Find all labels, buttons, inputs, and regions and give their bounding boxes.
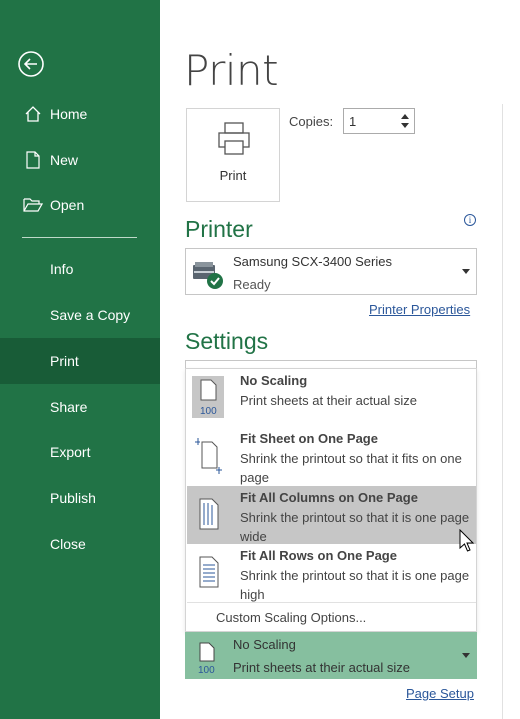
home-icon — [22, 103, 44, 125]
printer-ready-icon — [193, 262, 223, 289]
sidebar-item-label: Export — [50, 444, 91, 460]
sidebar-item-label: Save a Copy — [50, 307, 131, 323]
fit-rows-icon — [199, 556, 219, 588]
option-description: Shrink the printout so that it fits on o… — [240, 451, 462, 485]
printer-properties-link[interactable]: Printer Properties — [369, 302, 470, 317]
copies-label: Copies: — [289, 114, 334, 129]
sidebar-item-export[interactable]: Export — [0, 429, 160, 475]
page-title: Print — [184, 46, 279, 95]
option-description: Shrink the printout so that it is one pa… — [240, 568, 470, 602]
printer-heading: Printer — [185, 216, 253, 242]
sidebar-item-label: Print — [50, 353, 79, 369]
sidebar-item-label: Close — [50, 536, 86, 552]
option-description: Print sheets at their actual size — [240, 393, 418, 408]
printer-icon — [218, 122, 250, 155]
backstage-sidebar: Home New Open Info Save a Copy Print Sha… — [0, 0, 160, 719]
sidebar-item-label: Publish — [50, 490, 96, 506]
icon-100-text: 100 — [198, 665, 215, 675]
scaling-option-no-scaling[interactable]: 100 No Scaling Print sheets at their act… — [187, 369, 476, 427]
sidebar-divider — [22, 237, 137, 238]
no-scaling-icon: 100 — [192, 376, 224, 418]
fit-sheet-icon — [195, 438, 222, 474]
sidebar-item-open[interactable]: Open — [0, 182, 160, 228]
sidebar-item-label: Share — [50, 399, 88, 415]
scaling-dropdown-menu: 100 No Scaling Print sheets at their act… — [185, 368, 477, 632]
fit-columns-icon — [199, 498, 219, 530]
sidebar-item-info[interactable]: Info — [0, 246, 160, 292]
spin-down-icon[interactable] — [399, 121, 411, 131]
sidebar-item-label: New — [50, 152, 79, 168]
scaling-option-fit-rows[interactable]: Fit All Rows on One Page Shrink the prin… — [187, 544, 476, 602]
scaling-option-fit-sheet[interactable]: Fit Sheet on One Page Shrink the printou… — [187, 427, 476, 485]
copies-stepper[interactable]: 1 — [343, 108, 415, 134]
scaling-select[interactable]: 100 No Scaling Print sheets at their act… — [185, 632, 477, 679]
settings-heading: Settings — [185, 328, 269, 354]
menu-divider — [187, 602, 476, 603]
sidebar-item-label: Info — [50, 261, 74, 277]
info-icon[interactable]: i — [464, 214, 476, 226]
spin-up-icon[interactable] — [399, 111, 411, 121]
sidebar-item-print[interactable]: Print — [0, 338, 160, 384]
new-document-icon — [22, 149, 44, 171]
sidebar-item-label: Open — [50, 197, 85, 213]
page-setup-link[interactable]: Page Setup — [406, 686, 474, 701]
printer-select[interactable]: Samsung SCX-3400 Series Ready — [185, 248, 477, 295]
scaling-option-fit-columns[interactable]: Fit All Columns on One Page Shrink the p… — [187, 486, 476, 544]
preview-divider — [502, 104, 503, 719]
option-title: Fit All Rows on One Page — [240, 548, 397, 563]
sidebar-item-save-a-copy[interactable]: Save a Copy — [0, 292, 160, 338]
option-title: No Scaling — [240, 373, 308, 388]
printer-status: Ready — [233, 277, 271, 292]
sidebar-item-publish[interactable]: Publish — [0, 475, 160, 521]
sidebar-item-new[interactable]: New — [0, 137, 160, 183]
icon-100-text: 100 — [200, 406, 217, 417]
custom-scaling-options[interactable]: Custom Scaling Options... — [216, 610, 366, 625]
sidebar-item-home[interactable]: Home — [0, 91, 160, 137]
sidebar-item-close[interactable]: Close — [0, 521, 160, 567]
option-title: Fit All Columns on One Page — [240, 490, 418, 505]
folder-open-icon — [22, 194, 44, 216]
printer-name: Samsung SCX-3400 Series — [233, 254, 392, 269]
print-pane: Print Print Copies: 1 Printer i Samsung … — [160, 0, 520, 719]
chevron-down-icon[interactable] — [462, 269, 470, 274]
print-button[interactable]: Print — [186, 108, 280, 202]
back-arrow-icon[interactable] — [17, 50, 45, 78]
chevron-down-icon[interactable] — [462, 653, 470, 658]
mouse-cursor-icon — [459, 529, 475, 552]
selected-scaling-title: No Scaling — [233, 637, 296, 652]
selected-scaling-description: Print sheets at their actual size — [233, 660, 411, 675]
no-scaling-icon: 100 — [198, 642, 215, 675]
sidebar-item-label: Home — [50, 106, 88, 122]
option-title: Fit Sheet on One Page — [240, 431, 378, 446]
print-button-label: Print — [219, 168, 247, 183]
sidebar-item-share[interactable]: Share — [0, 384, 160, 430]
copies-value[interactable]: 1 — [349, 114, 356, 129]
option-description: Shrink the printout so that it is one pa… — [240, 510, 470, 544]
